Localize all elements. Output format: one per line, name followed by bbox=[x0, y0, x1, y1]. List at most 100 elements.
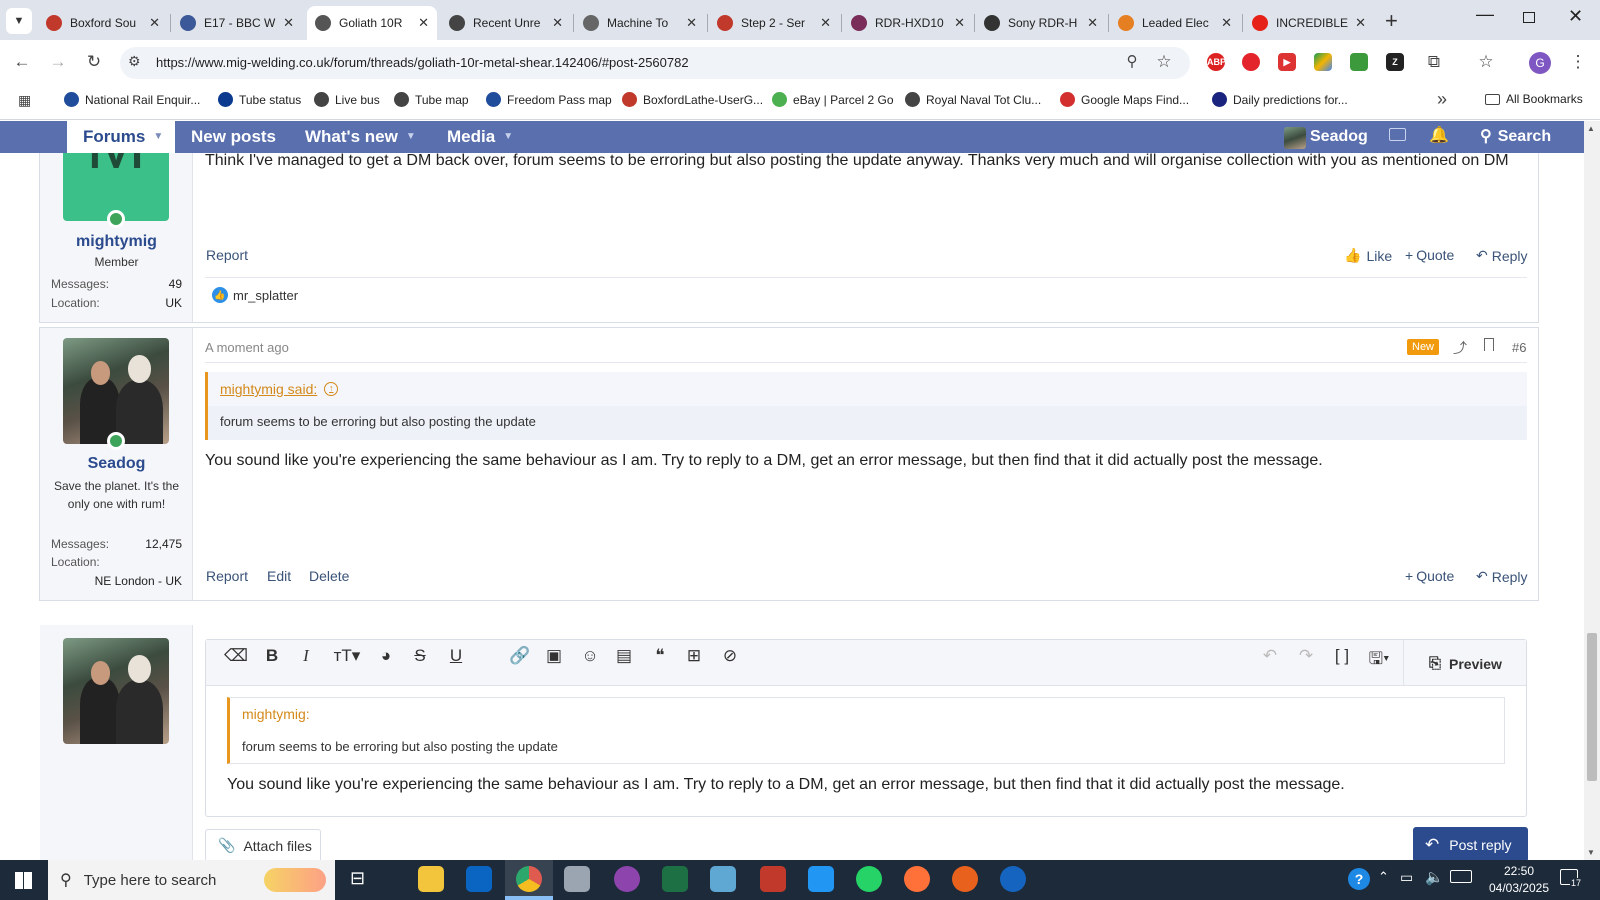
network-icon[interactable]: ▭ bbox=[1400, 869, 1413, 886]
nav-whats-new[interactable]: What's new ▼ bbox=[305, 121, 416, 153]
whatsapp-taskbar-icon[interactable] bbox=[856, 866, 882, 892]
forward-arrow-icon[interactable]: → bbox=[46, 52, 70, 72]
alerts-bell-icon[interactable]: 🔔 bbox=[1429, 125, 1449, 145]
bold-icon[interactable]: B bbox=[260, 646, 284, 666]
reload-icon[interactable]: ↻ bbox=[82, 52, 106, 72]
orange-app-taskbar-icon[interactable] bbox=[952, 866, 978, 892]
spoiler-hide-icon[interactable]: ⊘ bbox=[718, 646, 742, 666]
redo-icon[interactable]: ↷ bbox=[1294, 646, 1318, 666]
task-view-icon[interactable]: ⊟ bbox=[350, 868, 365, 889]
browser-tab[interactable]: Step 2 - Ser ✕ bbox=[709, 6, 839, 40]
nav-username[interactable]: Seadog bbox=[1310, 121, 1368, 153]
paint-taskbar-icon[interactable] bbox=[710, 866, 736, 892]
quote-button[interactable]: + Quote bbox=[1405, 247, 1454, 263]
scrollbar-thumb[interactable] bbox=[1587, 633, 1597, 781]
underline-icon[interactable]: U bbox=[444, 646, 468, 666]
nav-new-posts[interactable]: New posts bbox=[191, 121, 276, 153]
tab-close-icon[interactable]: ✕ bbox=[283, 15, 294, 31]
undo-icon[interactable]: ↶ bbox=[1258, 646, 1282, 666]
scroll-down-arrow-icon[interactable]: ▼ bbox=[1587, 848, 1595, 857]
nav-search[interactable]: ⚲ Search bbox=[1480, 121, 1551, 153]
tab-close-icon[interactable]: ✕ bbox=[954, 15, 965, 31]
extensions-puzzle-icon[interactable]: ⧉ bbox=[1422, 52, 1446, 72]
browser-tab[interactable]: Recent Unre ✕ bbox=[441, 6, 571, 40]
browser-tab[interactable]: Machine To ✕ bbox=[575, 6, 705, 40]
tab-close-icon[interactable]: ✕ bbox=[552, 15, 563, 31]
red-app-taskbar-icon[interactable] bbox=[760, 866, 786, 892]
drafts-icon[interactable]: 🖫▾ bbox=[1362, 646, 1396, 675]
adblock-icon[interactable]: ABP bbox=[1207, 53, 1226, 71]
bookmark-item[interactable]: Tube status bbox=[218, 92, 301, 107]
all-bookmarks-button[interactable]: All Bookmarks bbox=[1485, 92, 1583, 106]
browser-tab[interactable]: Goliath 10R ✕ bbox=[307, 6, 437, 40]
minimize-button[interactable]: — bbox=[1476, 4, 1494, 25]
bookmark-item[interactable]: National Rail Enquir... bbox=[64, 92, 200, 107]
help-icon[interactable]: ? bbox=[1348, 868, 1370, 890]
blue-app-taskbar-icon[interactable] bbox=[808, 866, 834, 892]
italic-icon[interactable]: I bbox=[294, 646, 318, 666]
bookmark-star-icon[interactable]: ☆ bbox=[1152, 52, 1176, 72]
editor-body[interactable]: You sound like you're experiencing the s… bbox=[227, 773, 1507, 796]
youtube-extension-icon[interactable]: ▶ bbox=[1278, 53, 1296, 71]
clock-date[interactable]: 04/03/2025 bbox=[1484, 881, 1554, 895]
username-mightymig[interactable]: mightymig bbox=[40, 233, 193, 251]
red-extension-icon[interactable] bbox=[1242, 53, 1260, 71]
url-text[interactable]: https://www.mig-welding.co.uk/forum/thre… bbox=[156, 47, 689, 79]
strikethrough-icon[interactable]: S bbox=[408, 646, 432, 666]
tray-chevron-icon[interactable]: ⌃ bbox=[1378, 869, 1389, 885]
green-extension-icon[interactable] bbox=[1350, 53, 1368, 71]
z-extension-icon[interactable]: Z bbox=[1386, 53, 1404, 71]
chevron-down-icon[interactable]: ▼ bbox=[503, 121, 513, 153]
color-palette-icon[interactable]: ◕ bbox=[374, 646, 398, 666]
blue-arc-app-taskbar-icon[interactable] bbox=[1000, 866, 1026, 892]
post-reply-button[interactable]: ↶ Post reply bbox=[1413, 827, 1528, 862]
firefox-like-taskbar-icon[interactable] bbox=[904, 866, 930, 892]
bookmark-item[interactable]: Google Maps Find... bbox=[1060, 92, 1189, 107]
photos-taskbar-icon[interactable] bbox=[614, 866, 640, 892]
table-icon[interactable]: ⊞ bbox=[682, 646, 706, 666]
bbcode-toggle-icon[interactable]: [ ] bbox=[1330, 646, 1354, 666]
file-explorer-taskbar-icon[interactable] bbox=[418, 866, 444, 892]
reactions-bar[interactable]: 👍 mr_splatter bbox=[212, 287, 298, 303]
nav-user-avatar[interactable] bbox=[1284, 127, 1306, 149]
image-icon[interactable]: ▣ bbox=[542, 646, 566, 666]
bookmarks-more-button[interactable]: » bbox=[1437, 89, 1447, 110]
user-avatar-seadog[interactable] bbox=[63, 338, 169, 444]
report-link[interactable]: Report bbox=[206, 247, 248, 263]
preview-button[interactable]: ⎘ Preview bbox=[1429, 655, 1502, 672]
chevron-down-icon[interactable]: ▼ bbox=[153, 121, 163, 153]
quote-icon[interactable]: ❝ bbox=[648, 646, 672, 666]
profile-avatar[interactable]: G bbox=[1529, 52, 1551, 74]
browser-tab[interactable]: Boxford Sou ✕ bbox=[38, 6, 168, 40]
reading-list-icon[interactable]: ☆ bbox=[1474, 52, 1498, 72]
browser-menu-icon[interactable]: ⋮ bbox=[1566, 52, 1590, 72]
bookmark-item[interactable]: Live bus bbox=[314, 92, 380, 107]
bookmark-item[interactable]: Freedom Pass map bbox=[486, 92, 612, 107]
edit-link[interactable]: Edit bbox=[267, 568, 291, 584]
link-icon[interactable]: 🔗 bbox=[508, 646, 532, 666]
tab-close-icon[interactable]: ✕ bbox=[820, 15, 831, 31]
post-number[interactable]: #6 bbox=[1512, 340, 1526, 355]
quote-button[interactable]: + Quote bbox=[1405, 568, 1454, 584]
quote-author[interactable]: mightymig said: ↑ bbox=[220, 381, 339, 397]
clock-time[interactable]: 22:50 bbox=[1484, 864, 1554, 878]
window-close-button[interactable]: ✕ bbox=[1568, 6, 1583, 27]
attach-files-button[interactable]: 📎 Attach files bbox=[205, 829, 321, 862]
text-size-icon[interactable]: тT▾ bbox=[330, 646, 364, 666]
chevron-down-icon[interactable]: ▼ bbox=[406, 121, 416, 153]
inbox-icon[interactable] bbox=[1389, 128, 1406, 141]
like-button[interactable]: 👍 Like bbox=[1344, 247, 1392, 264]
browser-tab[interactable]: E17 - BBC W ✕ bbox=[172, 6, 302, 40]
eraser-icon[interactable]: ⌫ bbox=[224, 646, 248, 666]
browser-tab[interactable]: Sony RDR-H ✕ bbox=[976, 6, 1106, 40]
share-icon[interactable]: ⤴ bbox=[1453, 338, 1467, 358]
restore-button[interactable] bbox=[1523, 12, 1535, 23]
excel-taskbar-icon[interactable] bbox=[662, 866, 688, 892]
remote-desktop-taskbar-icon[interactable] bbox=[564, 866, 590, 892]
back-arrow-icon[interactable]: ← bbox=[10, 52, 34, 72]
browser-tab[interactable]: Leaded Elec ✕ bbox=[1110, 6, 1240, 40]
nav-forums[interactable]: Forums ▼ bbox=[67, 121, 175, 153]
bookmark-icon[interactable] bbox=[1484, 338, 1494, 351]
report-link[interactable]: Report bbox=[206, 568, 248, 584]
bookmark-item[interactable]: eBay | Parcel 2 Go bbox=[772, 92, 894, 107]
